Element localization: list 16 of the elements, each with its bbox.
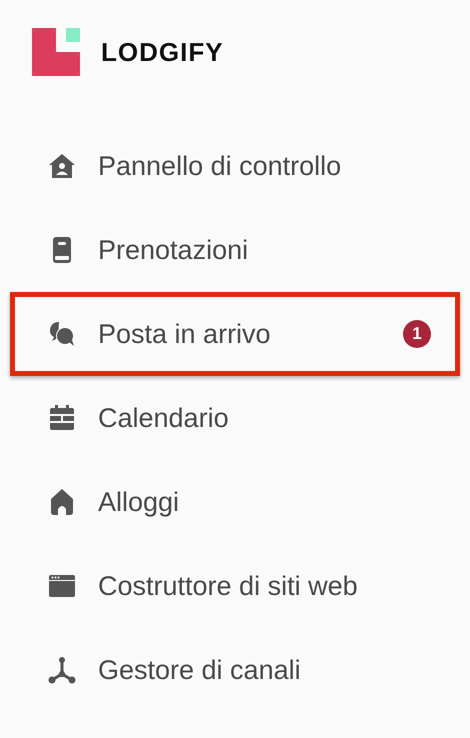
house-icon: [48, 488, 76, 516]
nav-item[interactable]: Alloggi: [15, 465, 455, 539]
nav-item[interactable]: Prenotazioni: [15, 213, 455, 287]
nav-item[interactable]: Posta in arrivo 1: [15, 297, 455, 371]
house-person-icon: [48, 152, 76, 180]
browser-window-icon: [48, 572, 76, 600]
logo-icon: [32, 28, 80, 76]
chat-bubbles-icon: [48, 320, 76, 348]
nav-item[interactable]: Gestore di canali: [15, 633, 455, 707]
calendar-icon: [48, 404, 76, 432]
logo-text: LODGIFY: [101, 36, 224, 68]
nav-item[interactable]: Costruttore di siti web: [15, 549, 455, 623]
nav-item[interactable]: Pannello di controllo: [15, 129, 455, 203]
network-nodes-icon: [48, 656, 76, 684]
unread-count: 1: [403, 320, 431, 348]
nav-item[interactable]: Calendario: [15, 381, 455, 455]
